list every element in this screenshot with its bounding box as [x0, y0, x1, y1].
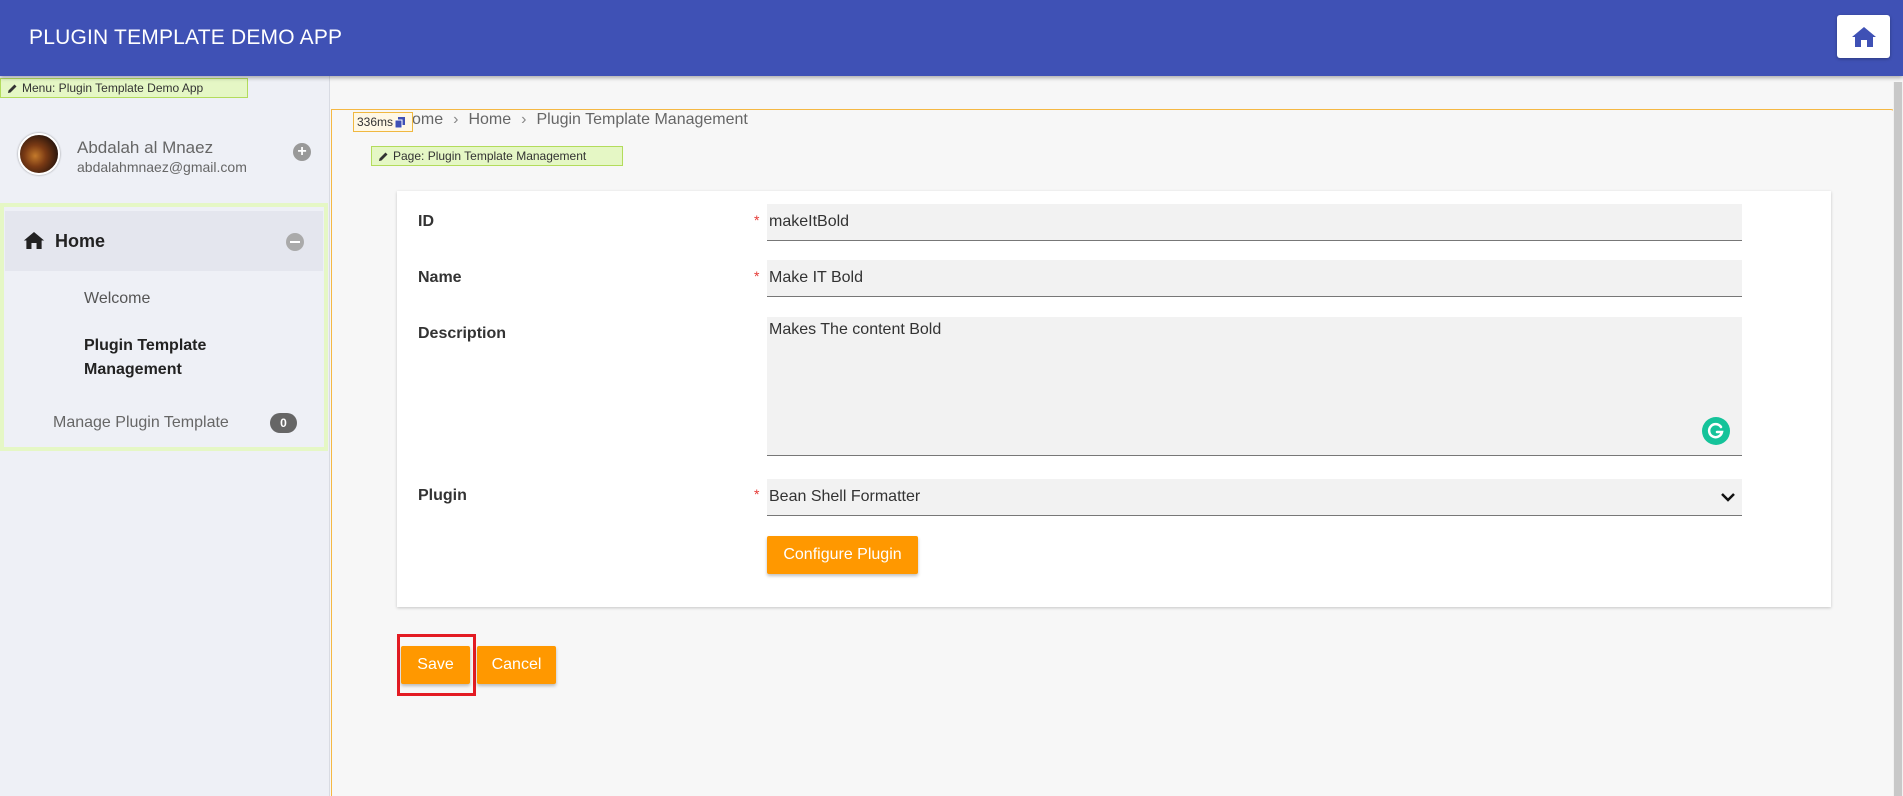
cancel-button[interactable]: Cancel [477, 646, 556, 684]
required-marker: * [754, 212, 760, 228]
menu-tag-label: Menu: Plugin Template Demo App [22, 81, 204, 95]
pencil-icon [8, 84, 17, 93]
timing-value: 336ms [357, 115, 394, 129]
description-field[interactable]: Makes The content Bold [767, 317, 1742, 456]
breadcrumb-item[interactable]: Home [468, 111, 511, 129]
configure-plugin-button[interactable]: Configure Plugin [767, 536, 918, 574]
home-icon [1851, 26, 1876, 47]
user-profile[interactable]: Abdalah al Mnaez abdalahmnaez@gmail.com … [18, 133, 318, 179]
name-input[interactable] [769, 269, 1742, 287]
home-button[interactable] [1837, 15, 1890, 58]
category-home[interactable]: Home [5, 211, 323, 271]
user-email: abdalahmnaez@gmail.com [77, 159, 247, 175]
category-label: Home [55, 231, 106, 251]
chevron-right-icon: › [521, 111, 527, 128]
sidebar: Menu: Plugin Template Demo App Abdalah a… [0, 76, 330, 796]
required-marker: * [754, 486, 760, 502]
chevron-down-icon [1721, 493, 1735, 502]
id-label: ID [418, 213, 434, 230]
id-field[interactable] [767, 204, 1742, 241]
main-content: 336ms ome › Home › Plugin Template Manag… [331, 76, 1895, 796]
home-icon [23, 232, 45, 249]
breadcrumb-item[interactable]: ome [412, 111, 443, 129]
grammarly-icon[interactable] [1702, 417, 1730, 445]
form-card: ID * Name * Description Makes The conten… [397, 191, 1831, 607]
name-label: Name [418, 269, 462, 286]
chevron-right-icon: › [453, 111, 459, 128]
scrollbar-thumb[interactable] [1894, 82, 1902, 796]
menu-box: Home Welcome Plugin Template Management … [0, 203, 328, 451]
sidebar-item-plugin-template-management[interactable]: Plugin Template Management [84, 334, 264, 382]
required-marker: * [754, 268, 760, 284]
breadcrumb: ome › Home › Plugin Template Management [412, 111, 748, 129]
menu-quick-edit-tag[interactable]: Menu: Plugin Template Demo App [0, 78, 248, 98]
app-title: PLUGIN TEMPLATE DEMO APP [29, 26, 343, 49]
plugin-label: Plugin [418, 487, 467, 504]
page-tag-label: Page: Plugin Template Management [393, 149, 587, 163]
collapse-icon[interactable] [286, 233, 304, 251]
sidebar-item-manage-plugin-template[interactable]: Manage Plugin Template [53, 414, 229, 432]
user-name: Abdalah al Mnaez [77, 138, 214, 157]
sidebar-item-welcome[interactable]: Welcome [84, 290, 150, 308]
avatar [18, 133, 60, 175]
top-app-bar: PLUGIN TEMPLATE DEMO APP [0, 0, 1903, 76]
name-field[interactable] [767, 260, 1742, 297]
pencil-icon [379, 152, 388, 161]
plugin-selected-value: Bean Shell Formatter [769, 488, 921, 505]
page-quick-edit-tag[interactable]: Page: Plugin Template Management [371, 146, 623, 166]
description-label: Description [418, 325, 507, 342]
description-textarea[interactable]: Makes The content Bold [769, 321, 1742, 455]
id-input[interactable] [769, 213, 1742, 231]
count-badge: 0 [270, 413, 297, 433]
scrollbar[interactable] [1893, 82, 1903, 796]
save-button[interactable]: Save [401, 646, 470, 684]
timing-badge[interactable]: 336ms [353, 112, 413, 132]
add-circle-icon[interactable]: + [293, 143, 311, 161]
breadcrumb-current: Plugin Template Management [536, 111, 748, 128]
copy-icon [395, 116, 406, 128]
plugin-select[interactable]: Bean Shell Formatter [767, 479, 1742, 516]
